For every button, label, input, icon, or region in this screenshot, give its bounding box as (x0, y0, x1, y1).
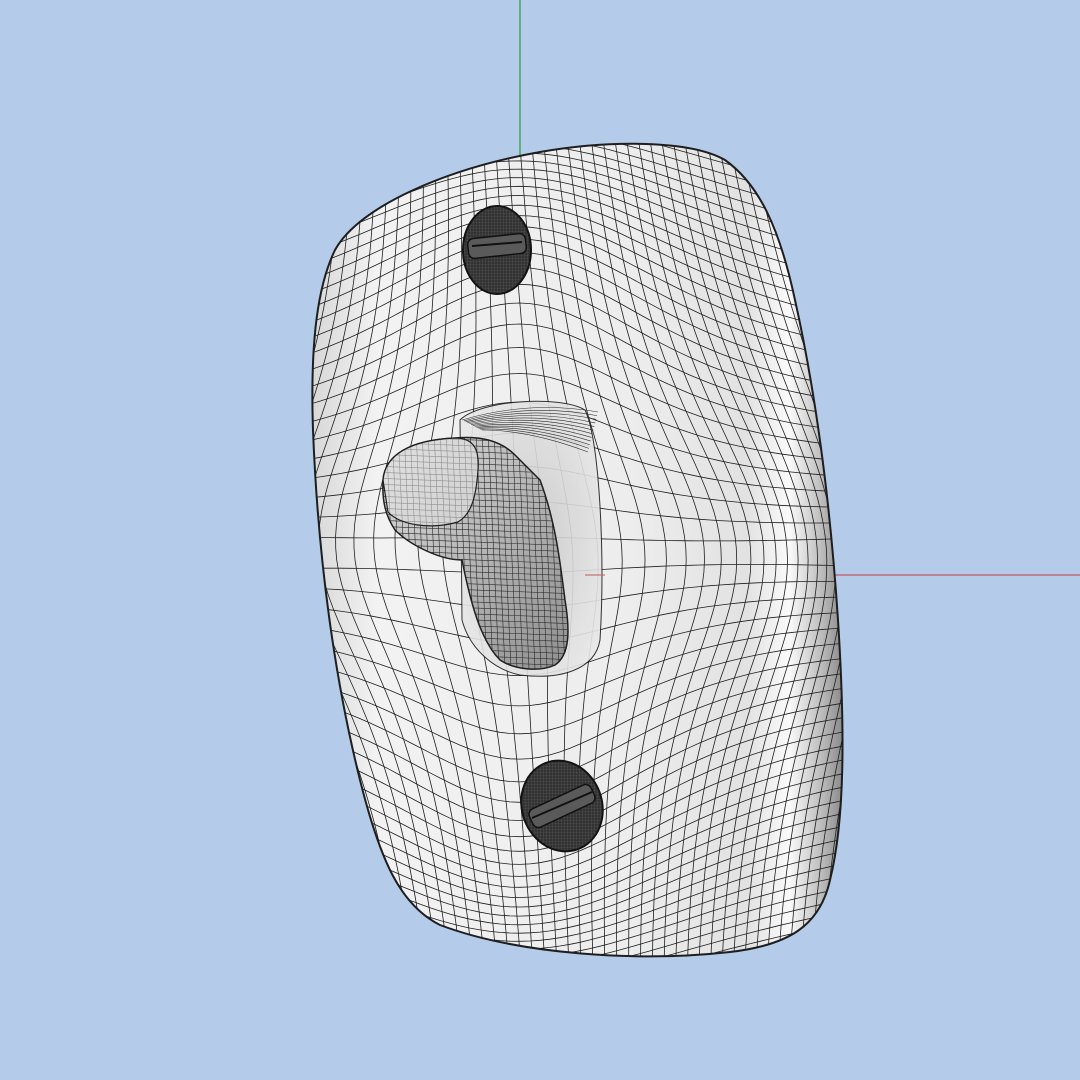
3d-viewport[interactable] (0, 0, 1080, 1080)
model-scene[interactable] (0, 0, 1080, 1080)
